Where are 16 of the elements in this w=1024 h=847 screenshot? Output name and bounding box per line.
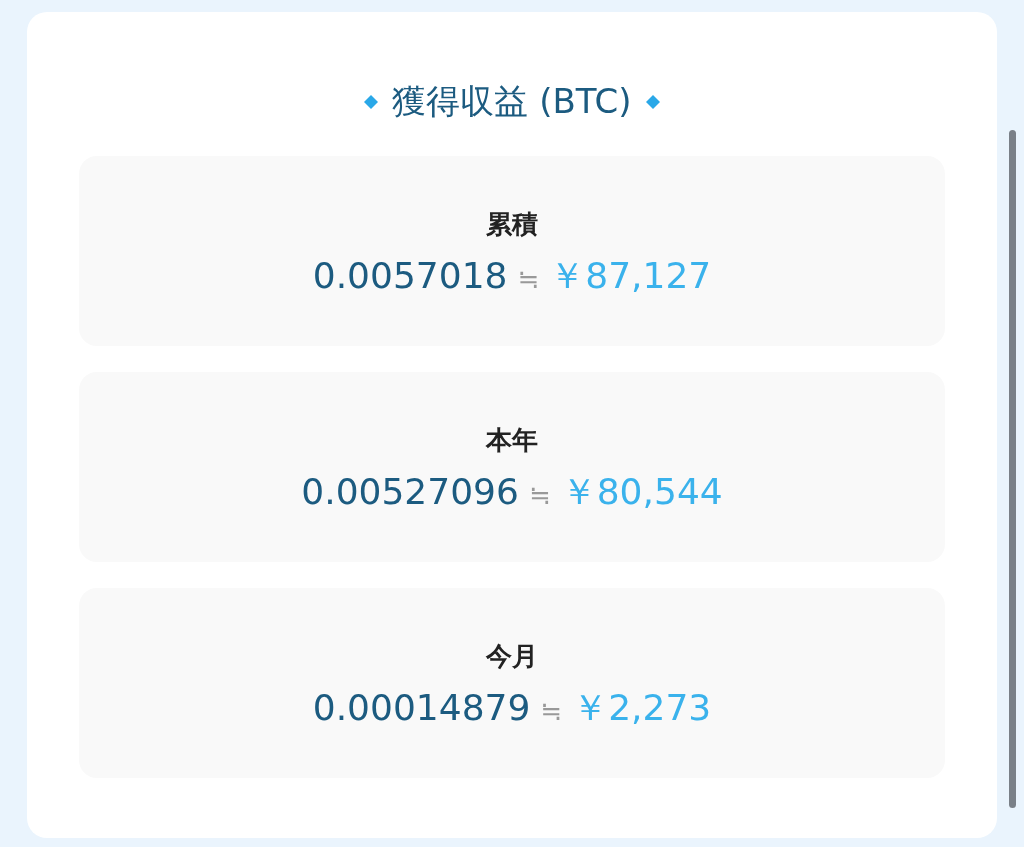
- yen-amount: ￥87,127: [549, 254, 712, 298]
- btc-amount: 0.0057018: [312, 255, 508, 296]
- yen-amount: ￥80,544: [560, 470, 723, 514]
- diamond-icon: [645, 95, 660, 109]
- yen-amount: ￥2,273: [572, 686, 712, 730]
- stat-label: 本年: [486, 424, 538, 457]
- approx-sign: ≒: [528, 480, 551, 510]
- card-title: 獲得収益 (BTC): [392, 80, 632, 123]
- approx-sign: ≒: [540, 696, 563, 726]
- diamond-icon: [364, 95, 379, 109]
- scrollbar[interactable]: [1009, 130, 1016, 808]
- approx-sign: ≒: [517, 264, 540, 294]
- stat-label: 今月: [486, 640, 538, 673]
- btc-amount: 0.00014879: [312, 687, 531, 728]
- stat-label: 累積: [486, 208, 538, 241]
- btc-amount: 0.00527096: [301, 471, 519, 512]
